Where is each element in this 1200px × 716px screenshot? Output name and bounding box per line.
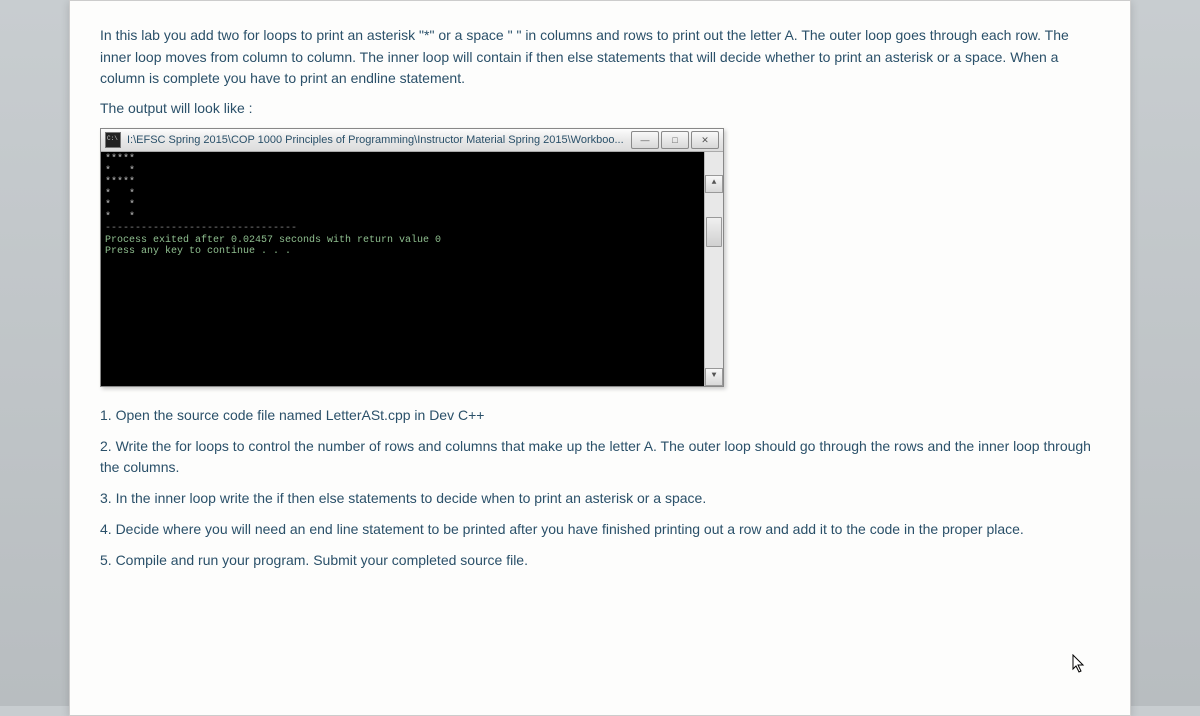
document-sheet: In this lab you add two for loops to pri… bbox=[69, 0, 1131, 716]
output-pattern: ***** * * ***** * * * * * * bbox=[105, 154, 135, 223]
scroll-up-icon[interactable]: ▲ bbox=[705, 175, 723, 193]
scrollbar[interactable]: ▲ ▼ bbox=[704, 152, 723, 386]
console-window: I:\EFSC Spring 2015\COP 1000 Principles … bbox=[100, 128, 724, 387]
scroll-thumb[interactable] bbox=[706, 217, 722, 247]
window-title: I:\EFSC Spring 2015\COP 1000 Principles … bbox=[127, 134, 631, 146]
minimize-button[interactable]: — bbox=[631, 131, 659, 149]
output-divider: -------------------------------- bbox=[105, 223, 297, 234]
step-2: 2. Write the for loops to control the nu… bbox=[100, 436, 1100, 478]
console-output: ***** * * ***** * * * * * * ------------… bbox=[101, 152, 723, 386]
window-controls: — □ ✕ bbox=[631, 131, 719, 149]
close-button[interactable]: ✕ bbox=[691, 131, 719, 149]
maximize-button[interactable]: □ bbox=[661, 131, 689, 149]
window-titlebar[interactable]: I:\EFSC Spring 2015\COP 1000 Principles … bbox=[101, 129, 723, 152]
output-continue-line: Press any key to continue . . . bbox=[105, 246, 291, 257]
step-1: 1. Open the source code file named Lette… bbox=[100, 405, 1100, 426]
intro-paragraph: In this lab you add two for loops to pri… bbox=[100, 25, 1100, 90]
scroll-down-icon[interactable]: ▼ bbox=[705, 368, 723, 386]
output-exit-line: Process exited after 0.02457 seconds wit… bbox=[105, 235, 441, 246]
step-3: 3. In the inner loop write the if then e… bbox=[100, 488, 1100, 509]
step-4: 4. Decide where you will need an end lin… bbox=[100, 519, 1100, 540]
cursor-icon bbox=[1072, 654, 1088, 679]
step-5: 5. Compile and run your program. Submit … bbox=[100, 550, 1100, 571]
instruction-list: 1. Open the source code file named Lette… bbox=[100, 405, 1100, 571]
console-icon bbox=[105, 132, 121, 148]
output-label: The output will look like : bbox=[100, 100, 1100, 116]
